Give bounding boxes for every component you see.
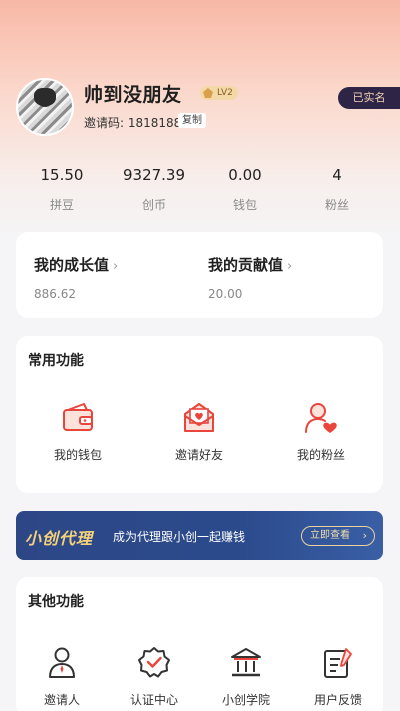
crown-icon — [203, 88, 213, 98]
other-functions-card: 其他功能 邀请人 认证中心 小创学院 用户反馈 — [16, 577, 383, 711]
chevron-right-icon: › — [362, 529, 367, 542]
function-label: 认证中心 — [129, 693, 178, 707]
agent-banner[interactable]: 小创代理 成为代理跟小创一起赚钱 立即查看 › — [16, 511, 383, 560]
fans-icon — [305, 403, 337, 433]
certification-center-button[interactable]: 认证中心 — [108, 645, 200, 708]
function-label: 邀请好友 — [174, 448, 223, 462]
stat-label: 粉丝 — [324, 198, 349, 212]
profile-header: 帅到没朋友 LV2 邀请码: 1818188 复制 已实名 — [16, 78, 400, 136]
level-badge: LV2 — [200, 86, 238, 100]
certification-icon — [138, 647, 170, 678]
stat-label: 钱包 — [232, 198, 257, 212]
function-label: 我的粉丝 — [296, 448, 345, 462]
banner-brand: 小创代理 — [25, 529, 94, 548]
user-feedback-button[interactable]: 用户反馈 — [292, 645, 384, 708]
common-functions-card: 常用功能 我的钱包 邀请好友 我的粉丝 — [16, 336, 383, 493]
growth-title-text: 我的成长值 — [34, 256, 110, 274]
level-label: LV2 — [217, 88, 233, 98]
view-now-label: 立即查看 — [310, 530, 350, 541]
username: 帅到没朋友 — [84, 84, 182, 106]
invite-code: 邀请码: 1818188 — [84, 116, 182, 130]
function-label: 我的钱包 — [53, 448, 102, 462]
stat-pindou[interactable]: 15.50 拼豆 — [17, 166, 107, 213]
stat-value: 15.50 — [40, 166, 84, 184]
function-label: 邀请人 — [43, 693, 80, 707]
stat-label: 拼豆 — [49, 198, 74, 212]
chevron-right-icon: › — [287, 259, 293, 274]
function-label: 用户反馈 — [313, 693, 362, 707]
stat-label: 创币 — [141, 198, 166, 212]
section-title: 其他功能 — [28, 594, 84, 610]
stat-value: 4 — [332, 166, 342, 184]
invite-envelope-icon — [184, 403, 214, 432]
inviter-button[interactable]: 邀请人 — [16, 645, 108, 708]
copy-button[interactable]: 复制 — [178, 113, 206, 128]
growth-card: 我的成长值 › 886.62 我的贡献值 › 20.00 — [16, 232, 383, 318]
section-title: 常用功能 — [28, 353, 84, 369]
contribution-title-text: 我的贡献值 — [208, 256, 284, 274]
avatar[interactable] — [16, 78, 74, 136]
feedback-icon — [324, 648, 352, 678]
inviter-icon — [49, 647, 75, 678]
stat-value: 0.00 — [228, 166, 262, 184]
chevron-right-icon: › — [113, 259, 119, 274]
contribution-value: 20.00 — [208, 287, 243, 301]
growth-value-item[interactable]: 我的成长值 › 886.62 — [34, 254, 118, 301]
contribution-value-item[interactable]: 我的贡献值 › 20.00 — [208, 254, 292, 301]
view-now-button[interactable]: 立即查看 › — [301, 526, 375, 546]
stats-row: 15.50 拼豆 9327.39 创币 0.00 钱包 4 粉丝 — [0, 166, 400, 216]
invite-friends-button[interactable]: 邀请好友 — [149, 400, 249, 463]
stat-value: 9327.39 — [122, 166, 186, 184]
my-wallet-button[interactable]: 我的钱包 — [28, 400, 128, 463]
stat-fans[interactable]: 4 粉丝 — [292, 166, 382, 213]
banner-text: 成为代理跟小创一起赚钱 — [113, 530, 246, 544]
wallet-icon — [63, 403, 93, 431]
contribution-title: 我的贡献值 › — [208, 254, 292, 275]
verified-badge[interactable]: 已实名 — [338, 87, 400, 109]
academy-icon — [231, 648, 261, 677]
growth-title: 我的成长值 › — [34, 254, 118, 275]
function-label: 小创学院 — [221, 693, 270, 707]
academy-button[interactable]: 小创学院 — [200, 645, 292, 708]
stat-wallet[interactable]: 0.00 钱包 — [200, 166, 290, 213]
my-fans-button[interactable]: 我的粉丝 — [271, 400, 371, 463]
stat-chuangbi[interactable]: 9327.39 创币 — [109, 166, 199, 213]
growth-value: 886.62 — [34, 287, 76, 301]
